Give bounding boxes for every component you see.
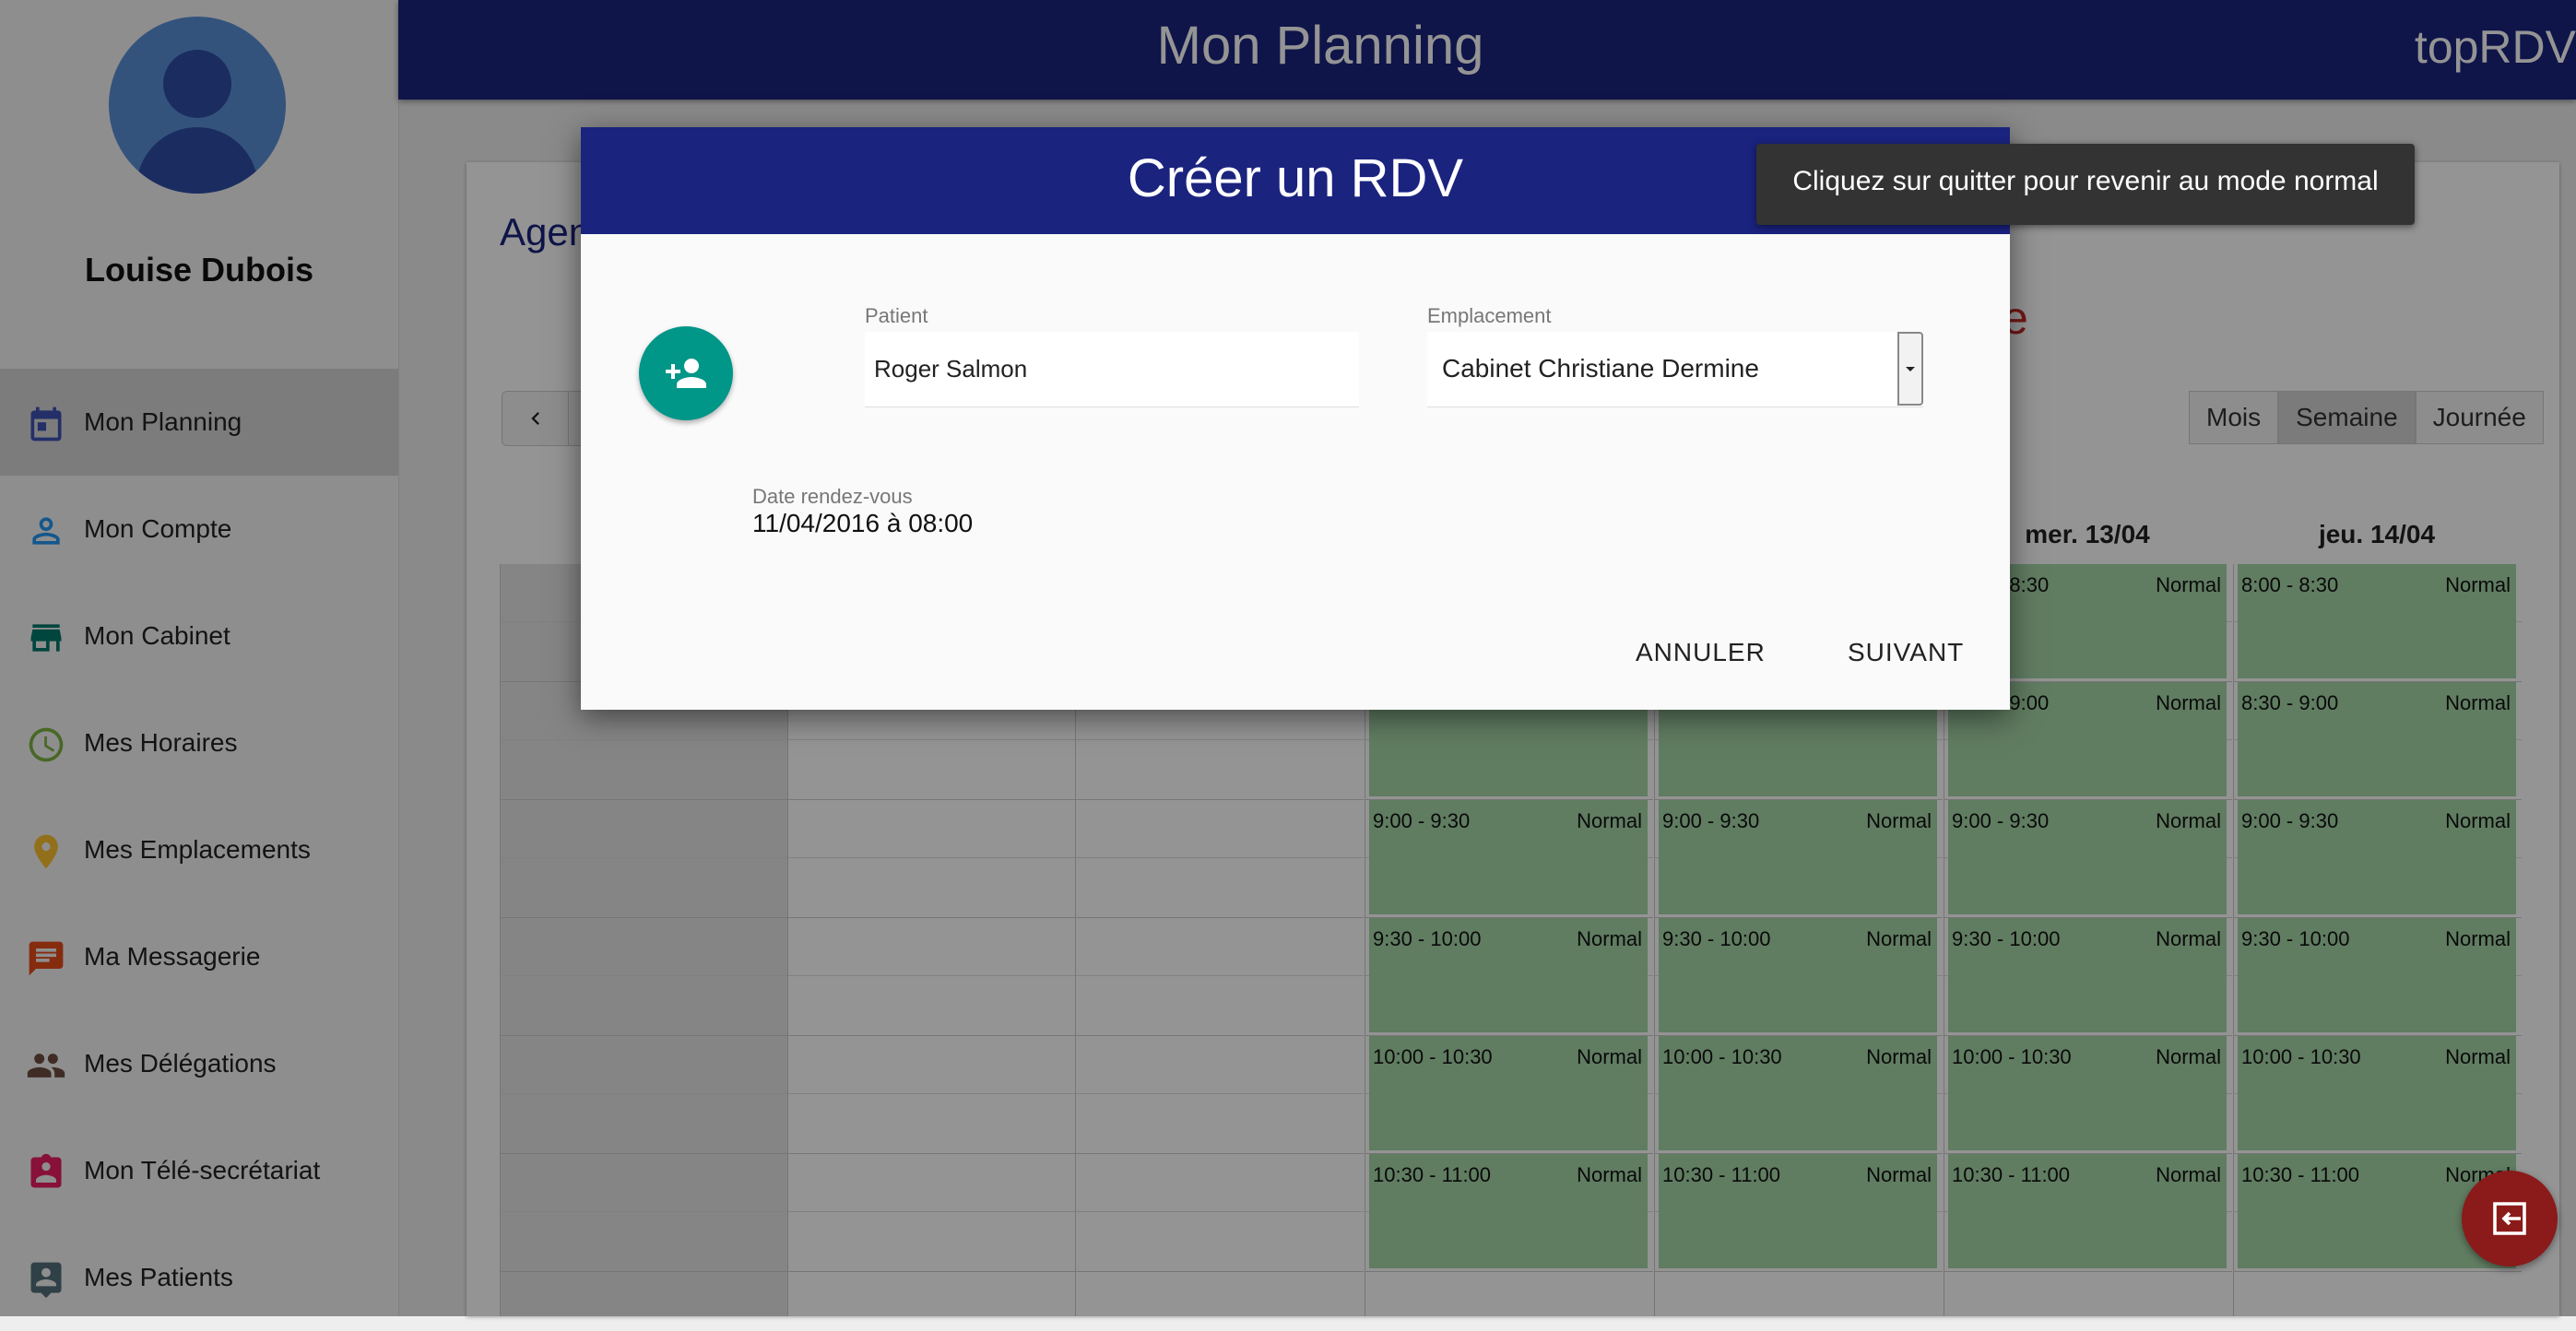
toast-notification: Cliquez sur quitter pour revenir au mode… [1756, 144, 2415, 225]
app: Louise Dubois Mon Planning Mon Compte Mo… [0, 0, 2576, 1316]
exit-mode-button[interactable] [2462, 1171, 2558, 1266]
next-button[interactable]: SUIVANT [1848, 638, 1964, 667]
patient-field-label: Patient [865, 304, 928, 327]
toast-message: Cliquez sur quitter pour revenir au mode… [1792, 166, 2379, 196]
cancel-button[interactable]: ANNULER [1636, 638, 1766, 667]
location-select-value: Cabinet Christiane Dermine [1442, 354, 1759, 383]
location-dropdown-toggle[interactable] [1897, 332, 1923, 406]
add-person-icon [666, 359, 706, 388]
date-value: 11/04/2016 à 08:00 [752, 509, 974, 537]
caret-down-icon [1906, 367, 1915, 371]
location-field-label: Emplacement [1427, 304, 1552, 327]
location-select[interactable]: Cabinet Christiane Dermine [1427, 332, 1923, 407]
patient-input[interactable] [865, 332, 1359, 407]
add-patient-button[interactable] [639, 326, 733, 420]
date-field-label: Date rendez-vous [752, 485, 913, 508]
exit-icon [2493, 1202, 2526, 1235]
